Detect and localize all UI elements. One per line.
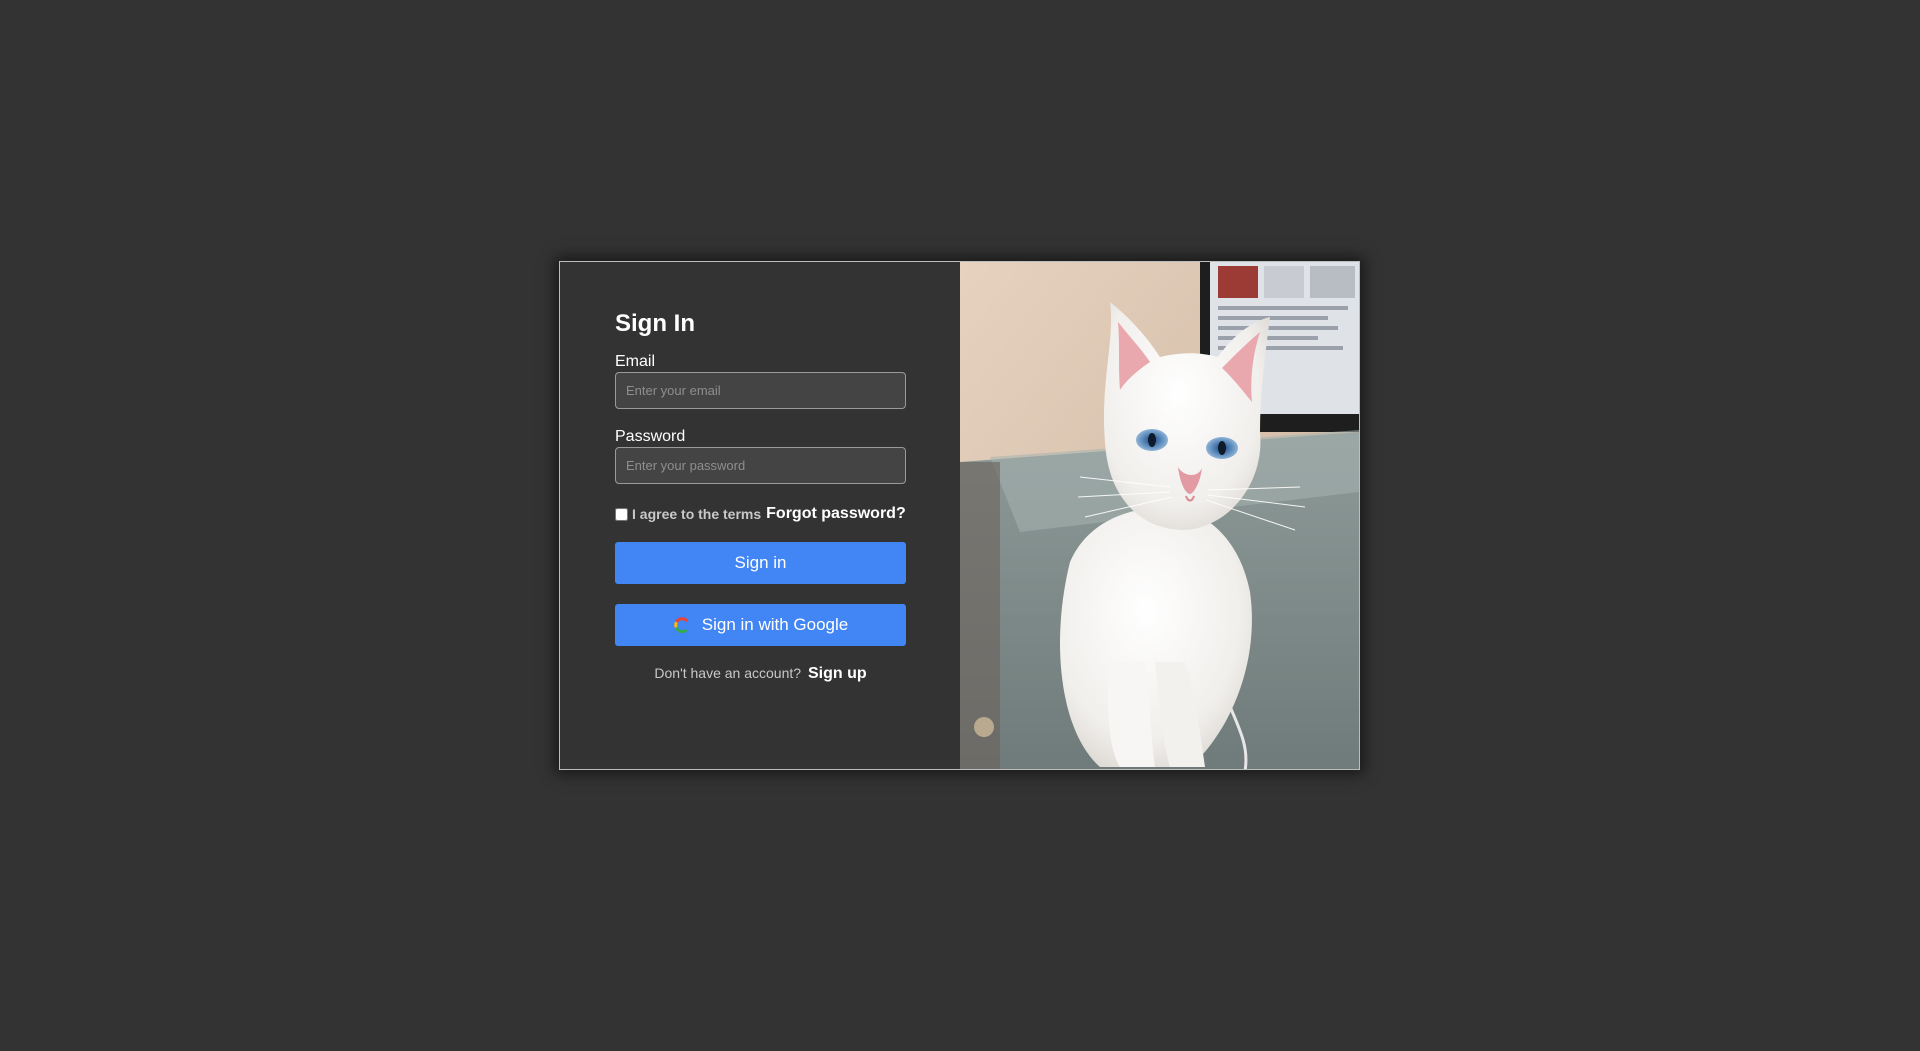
terms-checkbox[interactable] bbox=[615, 507, 628, 521]
password-label: Password bbox=[615, 428, 686, 445]
google-icon bbox=[673, 616, 691, 634]
signup-link[interactable]: Sign up bbox=[808, 665, 867, 682]
signin-card: Sign In Email Password I agree to the te… bbox=[559, 261, 1360, 770]
google-signin-label: Sign in with Google bbox=[701, 615, 849, 634]
google-signin-button[interactable]: Sign in with Google bbox=[615, 604, 906, 646]
forgot-password-link[interactable]: Forgot password? bbox=[766, 505, 906, 523]
signin-button-label: Sign in bbox=[734, 553, 787, 572]
terms-label: I agree to the terms bbox=[632, 506, 762, 522]
cat-photo bbox=[960, 262, 1359, 769]
signup-row: Don't have an account? Sign up bbox=[615, 665, 906, 683]
email-field[interactable] bbox=[615, 372, 906, 409]
password-field[interactable] bbox=[615, 447, 906, 484]
page-title: Sign In bbox=[615, 310, 695, 337]
email-label: Email bbox=[615, 353, 656, 370]
signin-form-panel: Sign In Email Password I agree to the te… bbox=[560, 262, 960, 769]
signin-button[interactable]: Sign in bbox=[615, 542, 906, 584]
form-options-row: I agree to the terms Forgot password? bbox=[615, 504, 906, 524]
cat-photo-illustration bbox=[960, 262, 1359, 769]
signup-prompt: Don't have an account? bbox=[654, 665, 802, 681]
